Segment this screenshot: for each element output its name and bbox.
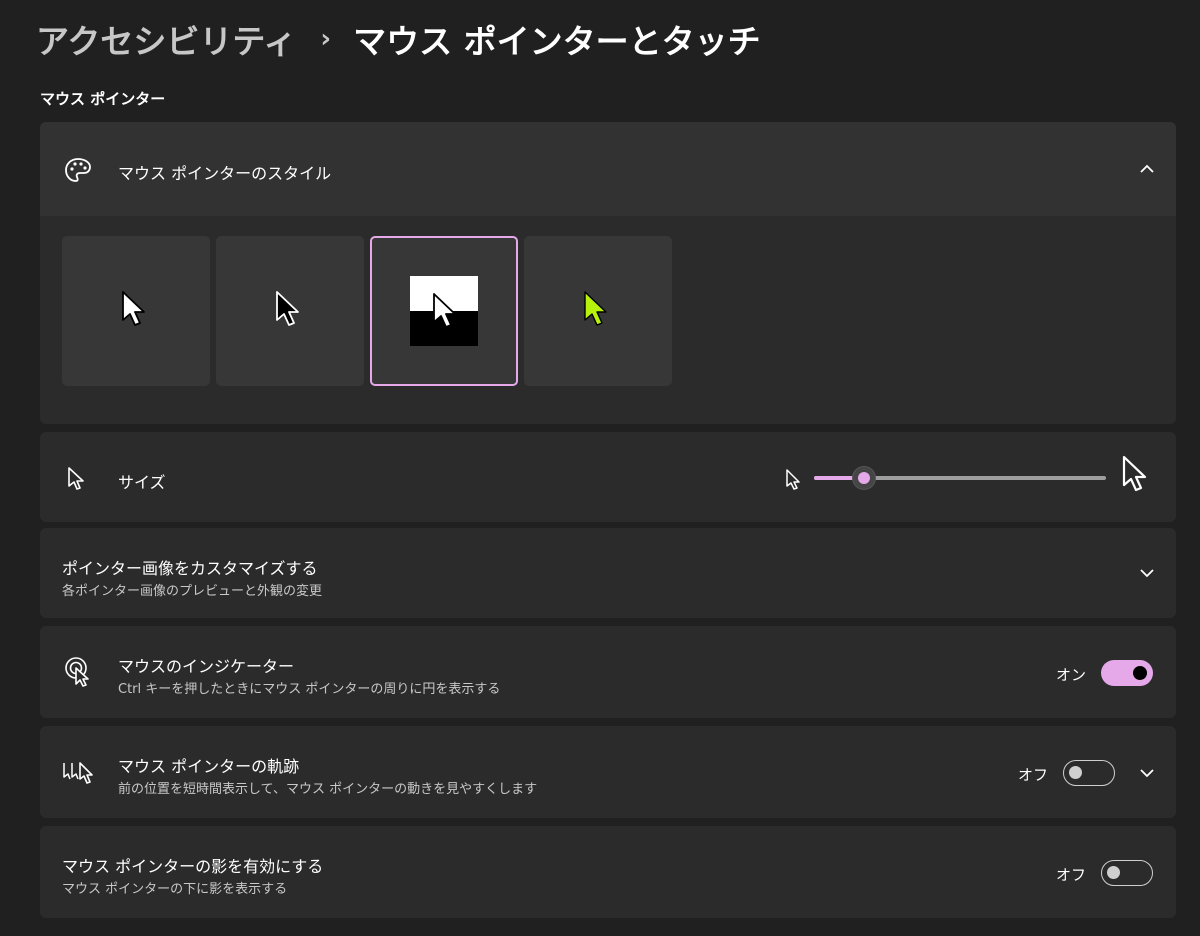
pointer-style-inverted[interactable]	[370, 236, 518, 386]
customize-label: ポインター画像をカスタマイズする	[62, 559, 318, 578]
mouse-indicator-state: オン	[1056, 666, 1087, 684]
chevron-down-icon[interactable]	[1138, 764, 1156, 782]
inverted-pointer-icon	[410, 276, 478, 346]
page-title: マウス ポインターとタッチ	[353, 22, 761, 61]
customize-pointer-row[interactable]: ポインター画像をカスタマイズする 各ポインター画像のプレビューと外観の変更	[40, 528, 1176, 618]
palette-icon	[65, 158, 91, 182]
pointer-trail-toggle[interactable]	[1063, 760, 1115, 786]
mouse-indicator-toggle[interactable]	[1101, 660, 1153, 686]
pointer-style-expander: マウス ポインターのスタイル	[40, 122, 1176, 424]
pointer-style-header[interactable]: マウス ポインターのスタイル	[40, 122, 1176, 216]
mouse-indicator-description: Ctrl キーを押したときにマウス ポインターの周りに円を表示する	[118, 682, 501, 697]
size-slider[interactable]	[814, 466, 1106, 490]
breadcrumb: アクセシビリティ › マウス ポインターとタッチ	[36, 14, 761, 64]
pointer-style-black[interactable]	[216, 236, 364, 386]
pointer-trail-label: マウス ポインターの軌跡	[118, 757, 300, 776]
chevron-up-icon[interactable]	[1138, 160, 1156, 178]
pointer-size-row: サイズ	[40, 432, 1176, 522]
pointer-style-white[interactable]	[62, 236, 210, 386]
customize-description: 各ポインター画像のプレビューと外観の変更	[62, 584, 323, 599]
pointer-ripple-icon	[65, 657, 89, 687]
settings-page: アクセシビリティ › マウス ポインターとタッチ マウス ポインター マウス ポ…	[0, 0, 1200, 936]
pointer-shadow-state: オフ	[1056, 866, 1087, 884]
pointer-shadow-label: マウス ポインターの影を有効にする	[62, 857, 324, 876]
chevron-down-icon[interactable]	[1138, 564, 1156, 582]
pointer-shadow-description: マウス ポインターの下に影を表示する	[62, 882, 288, 897]
pointer-style-custom[interactable]	[524, 236, 672, 386]
breadcrumb-separator: ›	[320, 24, 332, 54]
pointer-trail-row: マウス ポインターの軌跡 前の位置を短時間表示して、マウス ポインターの動きを見…	[40, 726, 1176, 818]
size-label: サイズ	[118, 473, 166, 492]
breadcrumb-parent-link[interactable]: アクセシビリティ	[36, 15, 296, 63]
black-pointer-icon	[276, 291, 299, 326]
size-slider-thumb[interactable]	[852, 466, 876, 490]
pointer-shadow-row: マウス ポインターの影を有効にする マウス ポインターの下に影を表示する オフ	[40, 826, 1176, 918]
pointer-shadow-toggle[interactable]	[1101, 860, 1153, 886]
mouse-indicator-label: マウスのインジケーター	[118, 657, 295, 676]
pointer-trail-icon	[63, 762, 93, 784]
mouse-indicator-row: マウスのインジケーター Ctrl キーを押したときにマウス ポインターの周りに円…	[40, 626, 1176, 718]
custom-color-pointer-icon	[584, 291, 607, 326]
pointer-icon	[68, 467, 84, 490]
pointer-trail-description: 前の位置を短時間表示して、マウス ポインターの動きを見やすくします	[118, 782, 538, 797]
section-title: マウス ポインター	[40, 90, 166, 108]
pointer-style-label: マウス ポインターのスタイル	[118, 164, 332, 183]
white-pointer-icon	[122, 291, 145, 326]
large-pointer-icon	[1122, 455, 1147, 492]
pointer-trail-state: オフ	[1018, 766, 1049, 784]
small-pointer-icon	[786, 469, 800, 490]
